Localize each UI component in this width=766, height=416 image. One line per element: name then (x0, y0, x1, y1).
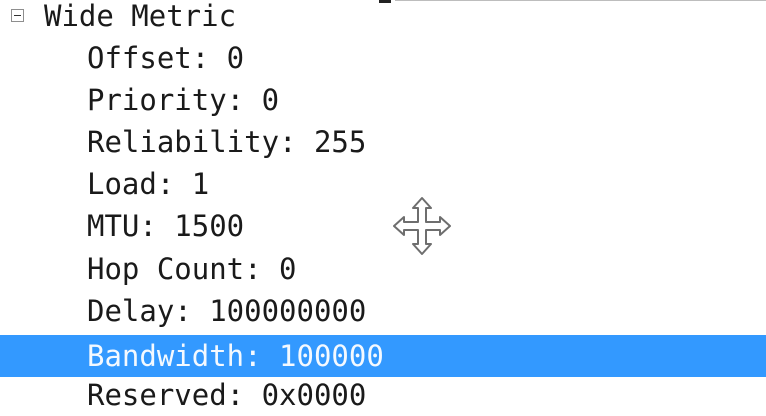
collapse-box-icon[interactable] (11, 9, 24, 22)
tree-row-priority[interactable]: Priority: 0 (0, 79, 766, 121)
packet-detail-tree: Wide Metric Offset: 0 Priority: 0 Reliab… (0, 0, 766, 414)
tree-row-offset[interactable]: Offset: 0 (0, 37, 766, 79)
tree-row-hop-count[interactable]: Hop Count: 0 (0, 248, 766, 290)
field-label: Reserved: 0x0000 (87, 378, 367, 412)
tree-row-reserved[interactable]: Reserved: 0x0000 (0, 374, 766, 416)
tree-row-delay[interactable]: Delay: 100000000 (0, 290, 766, 332)
field-label: Load: 1 (87, 167, 210, 201)
pane-top-border (395, 0, 766, 1)
field-label: Delay: 100000000 (87, 294, 367, 328)
tree-row-load[interactable]: Load: 1 (0, 163, 766, 205)
field-label: Reliability: 255 (87, 125, 367, 159)
field-label: Priority: 0 (87, 83, 280, 117)
tree-node-wide-metric[interactable]: Wide Metric (0, 0, 400, 34)
tree-row-mtu[interactable]: MTU: 1500 (0, 205, 766, 247)
field-label: Hop Count: 0 (87, 252, 297, 286)
tree-row-reliability[interactable]: Reliability: 255 (0, 121, 766, 163)
field-label: Bandwidth: 100000 (87, 339, 384, 373)
tree-row-bandwidth[interactable]: Bandwidth: 100000 (0, 335, 766, 377)
field-label: Offset: 0 (87, 41, 245, 75)
field-label: MTU: 1500 (87, 209, 245, 243)
move-cursor-icon (393, 197, 451, 255)
tree-node-label: Wide Metric (44, 0, 237, 33)
